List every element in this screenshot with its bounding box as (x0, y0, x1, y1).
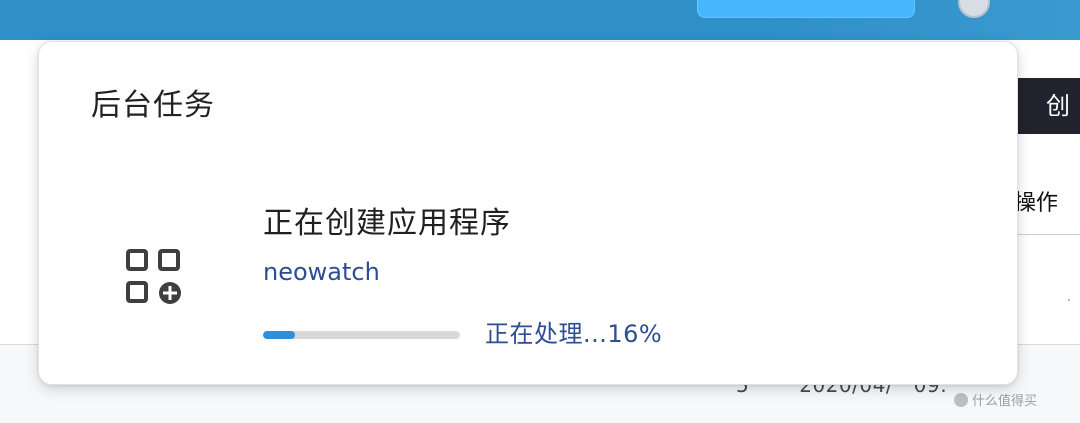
watermark-logo-icon (954, 393, 968, 407)
task-app-name: neowatch (263, 258, 380, 286)
apps-add-icon (125, 248, 181, 304)
watermark: 什么值得买 (954, 390, 1037, 409)
background-create-button[interactable]: 创 (1012, 78, 1080, 134)
task-progress-fill (263, 331, 295, 339)
task-status-text: 正在处理...16% (485, 320, 663, 348)
background-tasks-popup: 后台任务 正在创建应用程序 neowatch 正在处理...16% (38, 41, 1018, 385)
background-actions-column-header: 操作 (1014, 191, 1059, 216)
task-progress-bar (263, 331, 460, 339)
task-title: 正在创建应用程序 (263, 206, 511, 241)
background-truncated-text: · (1066, 290, 1072, 311)
divider (1012, 234, 1080, 235)
avatar[interactable] (958, 0, 990, 18)
top-bar-button[interactable] (697, 0, 915, 18)
top-app-bar (0, 0, 1080, 40)
popup-title: 后台任务 (91, 88, 215, 123)
screen: 创 操作 · 5 2020/04/ 09: 后台任务 正在创建应用程序 neowa… (0, 0, 1080, 423)
